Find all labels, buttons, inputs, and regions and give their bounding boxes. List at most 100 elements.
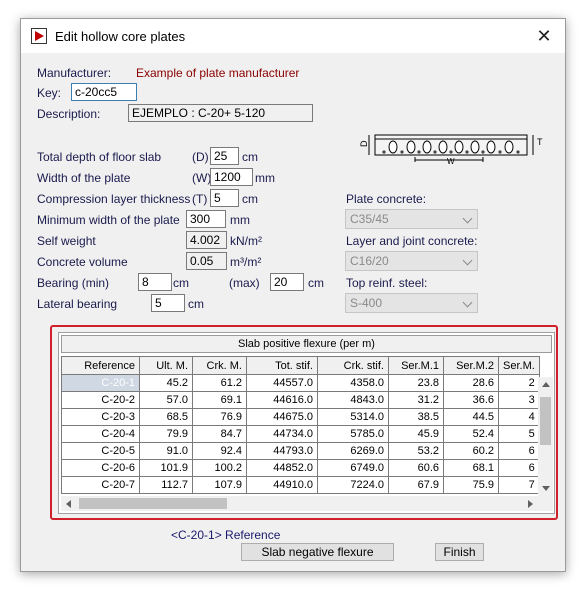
table-cell[interactable]: 52.4 [443, 425, 499, 443]
table-cell[interactable]: 7224.0 [317, 476, 389, 494]
table-cell[interactable]: 45.2 [139, 374, 193, 392]
bearing-min-input[interactable]: 8 [138, 273, 172, 291]
table-cell[interactable]: 60.6 [388, 459, 444, 477]
table-cell[interactable]: 100.2 [192, 459, 247, 477]
table-cell[interactable]: 28.6 [443, 374, 499, 392]
plate-concrete-select[interactable]: C35/45 [345, 209, 478, 229]
scroll-left-icon[interactable] [66, 500, 71, 508]
table-cell[interactable]: 101.9 [139, 459, 193, 477]
table-cell[interactable]: 6749.0 [317, 459, 389, 477]
total-depth-input[interactable]: 25 [210, 147, 239, 165]
table-cell[interactable]: 92.4 [192, 442, 247, 460]
table-row[interactable]: C-20-5 91.0 92.4 44793.0 6269.0 53.2 60.2 6 [61, 442, 540, 460]
close-icon[interactable]: ✕ [533, 25, 555, 47]
scroll-up-icon[interactable] [542, 382, 550, 387]
chevron-down-icon [462, 213, 473, 224]
key-label: Key: [37, 86, 62, 100]
table-cell[interactable]: C-20-1 [61, 374, 140, 392]
table-cell[interactable]: 76.9 [192, 408, 247, 426]
table-cell[interactable]: 7 [498, 476, 540, 494]
table-cell[interactable]: 6 [498, 459, 540, 477]
plate-width-input[interactable]: 1200 [210, 168, 253, 186]
table-cell[interactable]: 60.2 [443, 442, 499, 460]
table-cell[interactable]: 5785.0 [317, 425, 389, 443]
table-cell[interactable]: 67.9 [388, 476, 444, 494]
table-cell[interactable]: 44793.0 [246, 442, 318, 460]
table-cell[interactable]: 57.0 [139, 391, 193, 409]
table-cell[interactable]: 44616.0 [246, 391, 318, 409]
table-cell[interactable]: 84.7 [192, 425, 247, 443]
bearing-max-input[interactable]: 20 [270, 273, 304, 291]
table-row[interactable]: C-20-3 68.5 76.9 44675.0 5314.0 38.5 44.5 4 [61, 408, 540, 426]
table-cell[interactable]: 75.9 [443, 476, 499, 494]
table-cell[interactable]: C-20-2 [61, 391, 140, 409]
table-cell[interactable]: 3 [498, 391, 540, 409]
table-cell[interactable]: 68.5 [139, 408, 193, 426]
column-header[interactable]: Crk. M. [192, 356, 247, 375]
table-cell[interactable]: 36.6 [443, 391, 499, 409]
column-header[interactable]: Ser.M.1 [388, 356, 444, 375]
column-header[interactable]: Ult. M. [139, 356, 193, 375]
finish-button[interactable]: Finish [435, 543, 484, 561]
compression-layer-label: Compression layer thickness [37, 192, 191, 206]
flexure-grid[interactable]: Slab positive flexure (per m) Reference … [58, 332, 555, 514]
table-row[interactable]: C-20-4 79.9 84.7 44734.0 5785.0 45.9 52.4 5 [61, 425, 540, 443]
table-cell[interactable]: 79.9 [139, 425, 193, 443]
table-cell[interactable]: 23.8 [388, 374, 444, 392]
table-cell[interactable]: 61.2 [192, 374, 247, 392]
table-cell[interactable]: 68.1 [443, 459, 499, 477]
table-cell[interactable]: 5314.0 [317, 408, 389, 426]
slab-negative-flexure-button[interactable]: Slab negative flexure [241, 543, 394, 561]
column-header[interactable]: Reference [61, 356, 140, 375]
table-cell[interactable]: 53.2 [388, 442, 444, 460]
key-input[interactable]: c-20cc5 [71, 83, 137, 101]
table-cell[interactable]: 91.0 [139, 442, 193, 460]
table-cell[interactable]: 44852.0 [246, 459, 318, 477]
table-cell[interactable]: 4358.0 [317, 374, 389, 392]
table-cell[interactable]: 5 [498, 425, 540, 443]
table-cell[interactable]: 44675.0 [246, 408, 318, 426]
table-cell[interactable]: 38.5 [388, 408, 444, 426]
table-cell[interactable]: 2 [498, 374, 540, 392]
table-row[interactable]: C-20-2 57.0 69.1 44616.0 4843.0 31.2 36.6 3 [61, 391, 540, 409]
table-cell[interactable]: 4 [498, 408, 540, 426]
table-cell[interactable]: C-20-3 [61, 408, 140, 426]
table-row[interactable]: C-20-6 101.9 100.2 44852.0 6749.0 60.6 68.1 6 [61, 459, 540, 477]
min-width-input[interactable]: 300 [186, 210, 226, 228]
column-header[interactable]: Tot. stif. [246, 356, 318, 375]
scroll-right-icon[interactable] [528, 500, 533, 508]
table-cell[interactable]: 45.9 [388, 425, 444, 443]
top-steel-select[interactable]: S-400 [345, 293, 478, 313]
compression-layer-input[interactable]: 5 [210, 189, 239, 207]
column-header[interactable]: Ser.M. [498, 356, 540, 375]
table-cell[interactable]: C-20-4 [61, 425, 140, 443]
vertical-scrollbar[interactable] [538, 377, 553, 496]
table-cell[interactable]: C-20-5 [61, 442, 140, 460]
table-cell[interactable]: 69.1 [192, 391, 247, 409]
lateral-bearing-input[interactable]: 5 [151, 294, 185, 312]
description-field[interactable]: EJEMPLO : C-20+ 5-120 [128, 104, 313, 122]
table-cell[interactable]: 107.9 [192, 476, 247, 494]
diagram-d-label: D [359, 140, 369, 147]
horizontal-scrollbar[interactable] [61, 496, 538, 511]
horizontal-scroll-thumb[interactable] [79, 498, 227, 509]
table-cell[interactable]: 44.5 [443, 408, 499, 426]
table-cell[interactable]: C-20-7 [61, 476, 140, 494]
table-cell[interactable]: 4843.0 [317, 391, 389, 409]
table-row[interactable]: C-20-1 45.2 61.2 44557.0 4358.0 23.8 28.6 2 [61, 374, 540, 392]
table-cell[interactable]: 31.2 [388, 391, 444, 409]
table-cell[interactable]: 6 [498, 442, 540, 460]
table-cell[interactable]: 44734.0 [246, 425, 318, 443]
table-row[interactable]: C-20-7 112.7 107.9 44910.0 7224.0 67.9 75.9 7 [61, 476, 540, 494]
layer-concrete-select[interactable]: C16/20 [345, 251, 478, 271]
table-cell[interactable]: 112.7 [139, 476, 193, 494]
scroll-down-icon[interactable] [542, 486, 550, 491]
column-header[interactable]: Ser.M.2 [443, 356, 499, 375]
vertical-scroll-thumb[interactable] [540, 397, 551, 445]
column-header[interactable]: Crk. stif. [317, 356, 389, 375]
table-cell[interactable]: 44557.0 [246, 374, 318, 392]
total-depth-symbol: (D) [192, 150, 209, 164]
table-cell[interactable]: 44910.0 [246, 476, 318, 494]
table-cell[interactable]: 6269.0 [317, 442, 389, 460]
table-cell[interactable]: C-20-6 [61, 459, 140, 477]
